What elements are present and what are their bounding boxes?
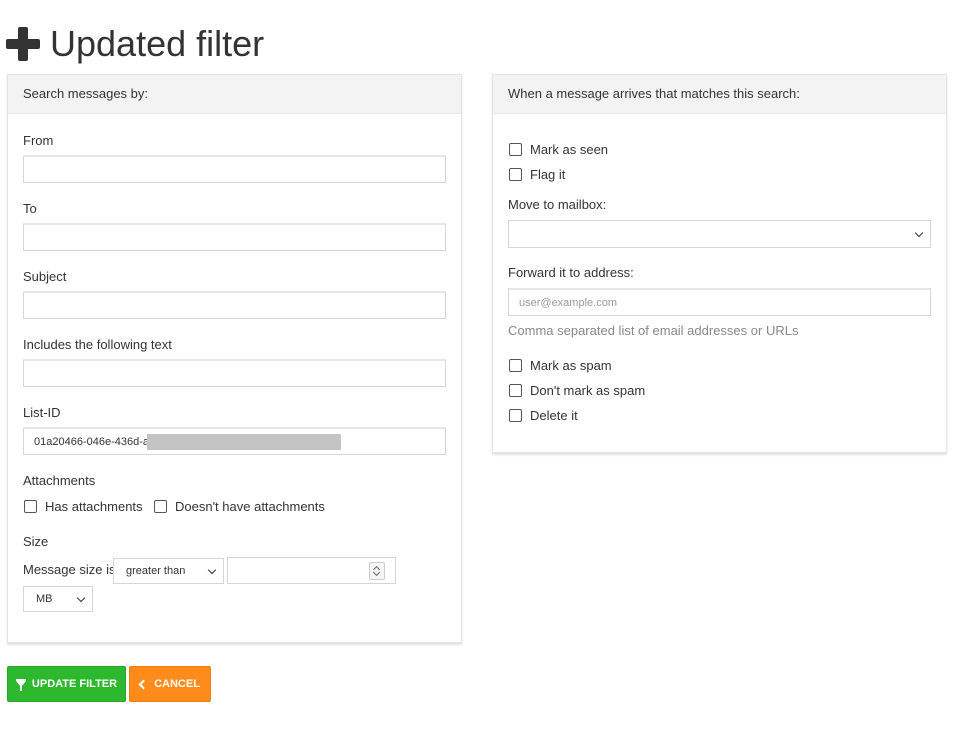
flag-it-checkbox[interactable] [509,168,522,181]
page-title-text: Updated filter [50,23,265,64]
dont-mark-spam-checkbox[interactable] [509,384,522,397]
from-input[interactable] [23,155,446,183]
move-to-mailbox-label: Move to mailbox: [508,197,607,212]
subject-input[interactable] [23,291,446,319]
flag-it-label: Flag it [530,167,566,182]
no-attachments-checkbox[interactable] [154,500,167,513]
size-comparison-select[interactable]: greater than [113,558,224,584]
chevron-down-icon [914,228,924,238]
size-value-input[interactable] [227,557,396,584]
size-comparison-value: greater than [126,565,186,577]
mark-seen-checkbox[interactable] [509,143,522,156]
mark-spam-label: Mark as spam [530,358,612,373]
to-input[interactable] [23,223,446,251]
cancel-label: CANCEL [154,678,200,690]
mark-seen-label: Mark as seen [530,142,609,157]
actions-panel: When a message arrives that matches this… [492,74,947,453]
cancel-button[interactable]: CANCEL [129,666,211,702]
attachments-label: Attachments [23,473,96,488]
mark-spam-checkbox[interactable] [509,359,522,372]
size-unit-select[interactable]: MB [23,586,93,612]
filter-icon [15,679,26,691]
flag-it-option[interactable]: Flag it [509,167,565,182]
dont-mark-spam-label: Don't mark as spam [530,383,646,398]
includes-text-label: Includes the following text [23,337,172,352]
chevron-left-icon [138,679,149,689]
has-attachments-checkbox[interactable] [24,500,37,513]
size-label: Size [23,534,49,549]
chevron-down-icon [207,565,217,575]
mark-seen-option[interactable]: Mark as seen [509,142,608,157]
has-attachments-option[interactable]: Has attachments [24,499,143,514]
mailbox-select[interactable] [508,220,931,248]
size-unit-value: MB [36,593,53,605]
includes-text-input[interactable] [23,359,446,387]
forward-address-input[interactable] [508,288,931,316]
update-filter-button[interactable]: UPDATE FILTER [7,666,126,702]
redaction-block [147,434,341,450]
search-panel: Search messages by: From To Subject Incl… [7,74,462,643]
message-size-label: Message size is [23,562,116,577]
forward-label: Forward it to address: [508,265,634,280]
dont-mark-spam-option[interactable]: Don't mark as spam [509,383,645,398]
list-id-label: List-ID [23,405,61,420]
mark-spam-option[interactable]: Mark as spam [509,358,612,373]
search-panel-header: Search messages by: [8,75,461,114]
from-label: From [23,133,54,148]
has-attachments-label: Has attachments [45,499,143,514]
to-label: To [23,201,37,216]
no-attachments-label: Doesn't have attachments [175,499,325,514]
delete-it-option[interactable]: Delete it [509,408,578,423]
chevron-down-icon [76,593,86,603]
stepper-icon[interactable] [369,562,385,580]
delete-it-checkbox[interactable] [509,409,522,422]
forward-hint: Comma separated list of email addresses … [508,323,799,338]
no-attachments-option[interactable]: Doesn't have attachments [154,499,325,514]
page-title: Updated filter [6,22,264,66]
plus-icon [6,27,40,61]
subject-label: Subject [23,269,67,284]
actions-panel-header: When a message arrives that matches this… [493,75,946,114]
delete-it-label: Delete it [530,408,578,423]
update-filter-label: UPDATE FILTER [31,678,118,690]
